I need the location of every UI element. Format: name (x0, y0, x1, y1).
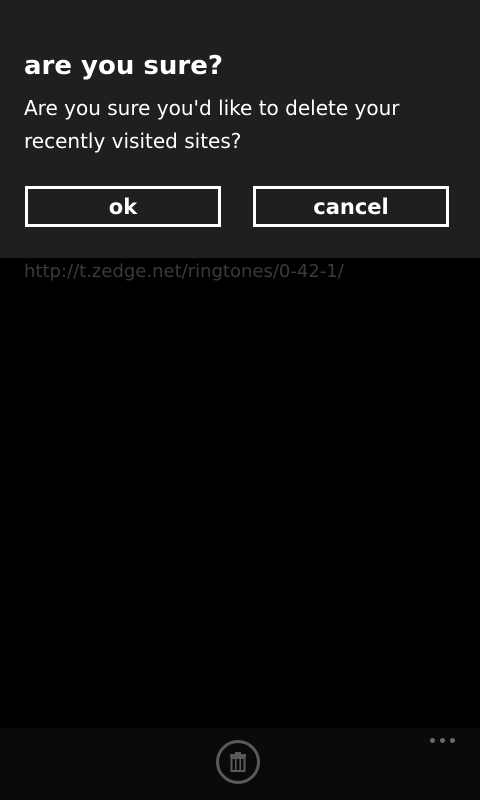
more-button[interactable] (430, 738, 455, 743)
ellipsis-icon (430, 738, 435, 743)
trash-icon (230, 752, 246, 772)
dialog-message: Are you sure you'd like to delete your r… (24, 96, 400, 153)
dialog-title: are you sure? (24, 51, 223, 81)
cancel-button[interactable]: cancel (253, 186, 449, 227)
delete-button[interactable] (216, 740, 260, 784)
ellipsis-icon (440, 738, 445, 743)
history-item-url[interactable]: http://t.zedge.net/ringtones/0-42-1/ (24, 258, 344, 286)
confirm-dialog: are you sure? Are you sure you'd like to… (0, 0, 480, 258)
ellipsis-icon (450, 738, 455, 743)
ok-button[interactable]: ok (25, 186, 221, 227)
